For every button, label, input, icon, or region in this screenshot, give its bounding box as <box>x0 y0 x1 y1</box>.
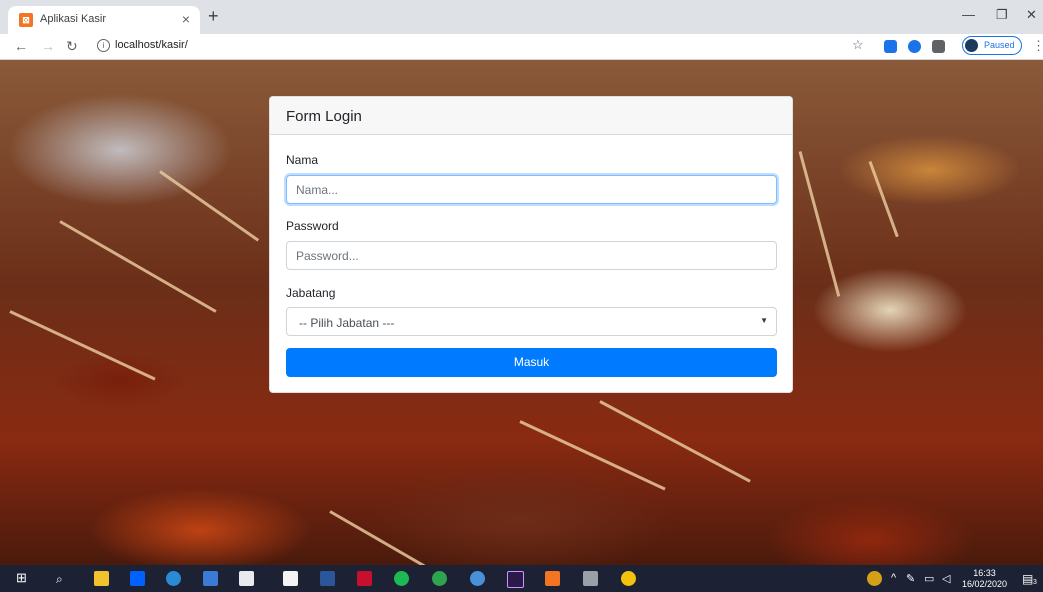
background-decoration <box>329 510 435 565</box>
password-input[interactable] <box>286 241 777 270</box>
notifications-icon[interactable]: ▤ <box>1022 572 1033 586</box>
jabatan-selected-value: -- Pilih Jabatan --- <box>299 316 395 330</box>
profile-button[interactable]: Paused <box>962 36 1022 55</box>
xampp-icon: ⊠ <box>19 13 33 27</box>
clock-time: 16:33 <box>973 568 996 578</box>
jabatan-select[interactable]: -- Pilih Jabatan --- ▼ <box>286 307 777 336</box>
forward-icon[interactable]: → <box>41 38 55 54</box>
tab-strip: ⊠ Aplikasi Kasir × + — ❐ ✕ <box>0 0 1043 34</box>
back-icon[interactable]: ← <box>14 38 28 54</box>
avatar <box>965 39 978 52</box>
form-title: Form Login <box>286 108 362 125</box>
clock-date: 16/02/2020 <box>962 579 1008 589</box>
masuk-button[interactable]: Masuk <box>286 348 777 377</box>
internet-explorer-icon[interactable] <box>166 571 181 586</box>
restore-icon[interactable]: ❐ <box>996 7 1008 23</box>
jabatan-label: Jabatang <box>286 286 336 300</box>
browser-toolbar: ← → ↻ i localhost/kasir/ ☆ Paused ⋮ <box>0 34 1043 60</box>
chevron-up-icon[interactable]: ^ <box>891 572 896 584</box>
volume-icon[interactable]: ◁ <box>942 572 950 585</box>
pen-icon[interactable]: ✎ <box>906 572 915 585</box>
new-tab-icon[interactable]: + <box>208 7 219 25</box>
extension-icon[interactable] <box>908 40 921 53</box>
network-icon[interactable]: ▭ <box>924 572 934 585</box>
windows-start-icon[interactable]: ⊞ <box>16 570 27 586</box>
tab-title: Aplikasi Kasir <box>40 13 107 25</box>
extension-icon[interactable] <box>932 40 945 53</box>
help-icon[interactable] <box>867 571 882 586</box>
virtualbox-icon[interactable] <box>583 571 598 586</box>
search-icon[interactable]: ⌕ <box>56 572 63 587</box>
login-card: Form Login Nama Password Jabatang -- Pil… <box>269 96 793 393</box>
extension-icon[interactable] <box>884 40 897 53</box>
xampp-icon[interactable] <box>545 571 560 586</box>
card-header: Form Login <box>270 97 792 135</box>
background-decoration <box>59 220 217 313</box>
background-decoration <box>868 160 899 238</box>
bookmark-star-icon[interactable]: ☆ <box>852 37 864 53</box>
address-bar[interactable]: i localhost/kasir/ <box>88 37 843 56</box>
chrome-icon[interactable] <box>621 571 636 586</box>
system-clock[interactable]: 16:33 16/02/2020 <box>962 568 1007 590</box>
file-explorer-icon[interactable] <box>94 571 109 586</box>
password-label: Password <box>286 219 339 233</box>
info-icon[interactable]: i <box>97 39 110 52</box>
word-icon[interactable] <box>320 571 335 586</box>
nama-input[interactable] <box>286 175 777 204</box>
nama-label: Nama <box>286 153 319 167</box>
chevron-down-icon: ▼ <box>760 316 768 325</box>
app-icon[interactable] <box>470 571 485 586</box>
dropbox-icon[interactable] <box>130 571 145 586</box>
background-decoration <box>798 151 841 297</box>
taskbar: ⊞ ⌕ ^ ✎ ▭ ◁ 16:33 16/02/2020 ▤ 3 <box>0 565 1043 592</box>
minimize-icon[interactable]: — <box>962 7 975 22</box>
profile-status: Paused <box>984 40 1015 50</box>
close-tab-icon[interactable]: × <box>182 11 190 27</box>
page-viewport: Form Login Nama Password Jabatang -- Pil… <box>0 60 1043 565</box>
mail-icon[interactable] <box>239 571 254 586</box>
background-decoration <box>159 170 260 242</box>
app-icon[interactable] <box>432 571 447 586</box>
window-close-icon[interactable]: ✕ <box>1026 7 1037 23</box>
reload-icon[interactable]: ↻ <box>66 38 78 54</box>
visual-studio-code-icon[interactable] <box>203 571 218 586</box>
notification-count: 3 <box>1033 579 1037 586</box>
premiere-pro-icon[interactable] <box>507 571 524 588</box>
game-icon[interactable] <box>357 571 372 586</box>
spotify-icon[interactable] <box>394 571 409 586</box>
menu-icon[interactable]: ⋮ <box>1032 38 1043 54</box>
store-icon[interactable] <box>283 571 298 586</box>
background-decoration <box>9 310 156 381</box>
url-text: localhost/kasir/ <box>115 39 188 51</box>
background-decoration <box>519 420 666 491</box>
browser-tab[interactable]: ⊠ Aplikasi Kasir × <box>8 6 200 34</box>
